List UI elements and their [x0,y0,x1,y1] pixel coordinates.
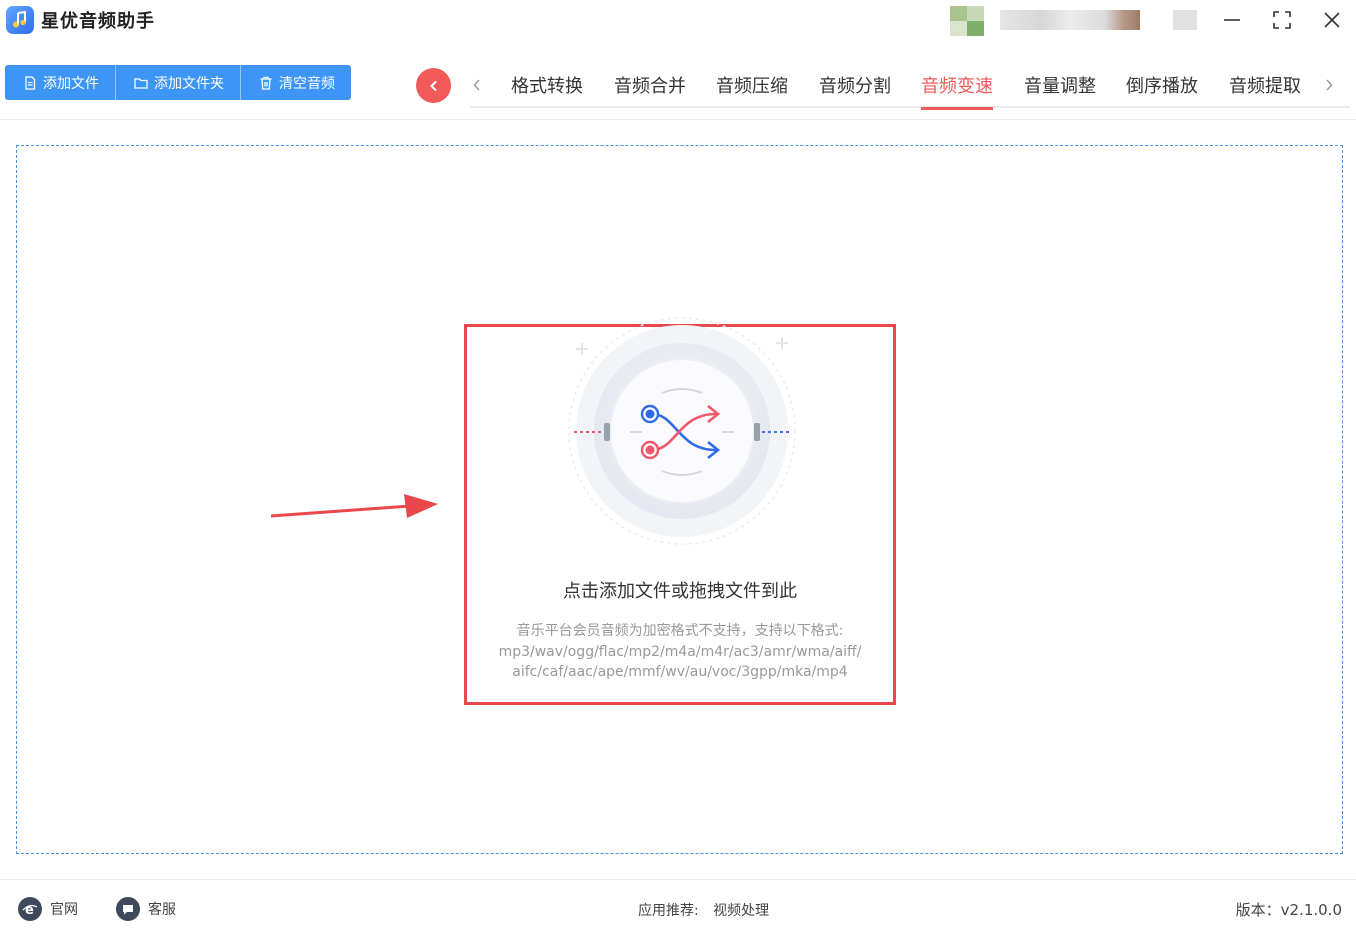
chevron-left-icon [473,79,480,91]
trash-icon [260,76,272,90]
add-file-label: 添加文件 [43,75,99,92]
drop-zone-description: 音乐平台会员音频为加密格式不支持，支持以下格式: mp3/wav/ogg/fla… [467,621,893,683]
minimize-button[interactable] [1217,6,1247,34]
tab-audio-extract[interactable]: 音频提取 [1229,72,1301,108]
tab-volume-adjust[interactable]: 音量调整 [1024,72,1096,108]
annotation-arrow [270,494,438,518]
service-label: 客服 [148,902,176,918]
drop-desc-line: 音乐平台会员音频为加密格式不支持，支持以下格式: [516,623,844,639]
tab-audio-compress[interactable]: 音频压缩 [716,72,788,108]
customer-service-link[interactable]: 客服 [116,897,176,921]
tabs-scroll-left-button[interactable] [468,74,486,96]
tab-format-convert[interactable]: 格式转换 [511,72,583,108]
tab-reverse-play[interactable]: 倒序播放 [1126,72,1198,108]
maximize-button[interactable] [1267,6,1297,34]
ie-browser-icon: e [18,897,42,921]
drop-zone-title: 点击添加文件或拖拽文件到此 [563,581,797,602]
tabs-scroll-right-button[interactable] [1320,74,1338,96]
video-processing-link[interactable]: 视频处理 [713,903,769,919]
back-button[interactable] [416,68,451,103]
music-note-icon [6,6,34,34]
tab-audio-split[interactable]: 音频分割 [819,72,891,108]
app-title: 星优音频助手 [41,11,155,32]
tab-audio-merge[interactable]: 音频合并 [614,72,686,108]
drop-desc-line: aifc/caf/aac/ape/mmf/wv/au/voc/3gpp/mka/… [512,664,848,680]
chevron-right-icon [1326,79,1333,91]
recommend-label: 应用推荐: [638,903,699,919]
add-folder-button[interactable]: 添加文件夹 [116,65,241,100]
clear-audio-button[interactable]: 清空音频 [241,65,351,100]
folder-icon [134,77,148,89]
add-file-prompt[interactable]: 点击添加文件或拖拽文件到此 音乐平台会员音频为加密格式不支持，支持以下格式: m… [464,317,896,705]
user-extra [1173,10,1197,30]
toolbar-button-group: 添加文件 添加文件夹 清空音频 [5,65,351,100]
toolbar-divider [0,119,1356,120]
website-link[interactable]: e 官网 [18,897,78,921]
website-label: 官网 [50,902,78,918]
file-icon [25,75,36,90]
footer-divider [0,879,1356,880]
version-text: 版本：v2.1.0.0 [1235,901,1342,919]
add-file-button[interactable]: 添加文件 [5,65,116,100]
app-recommendation: 应用推荐: 视频处理 [638,900,769,920]
close-button[interactable] [1317,6,1347,34]
chevron-left-icon [429,80,437,91]
clear-audio-label: 清空音频 [279,75,335,92]
audio-shuffle-illustration-icon [568,317,796,545]
chat-bubble-icon [116,897,140,921]
drop-desc-line: mp3/wav/ogg/flac/mp2/m4a/m4r/ac3/amr/wma… [498,643,862,660]
user-avatar[interactable] [950,6,984,36]
add-folder-label: 添加文件夹 [154,75,224,92]
function-tabs: 格式转换 音频合并 音频压缩 音频分割 音频变速 音量调整 倒序播放 音频提取 [468,62,1350,110]
tab-audio-speed[interactable]: 音频变速 [921,72,993,110]
title-bar: 星优音频助手 [0,0,1356,40]
user-name [1000,10,1140,30]
